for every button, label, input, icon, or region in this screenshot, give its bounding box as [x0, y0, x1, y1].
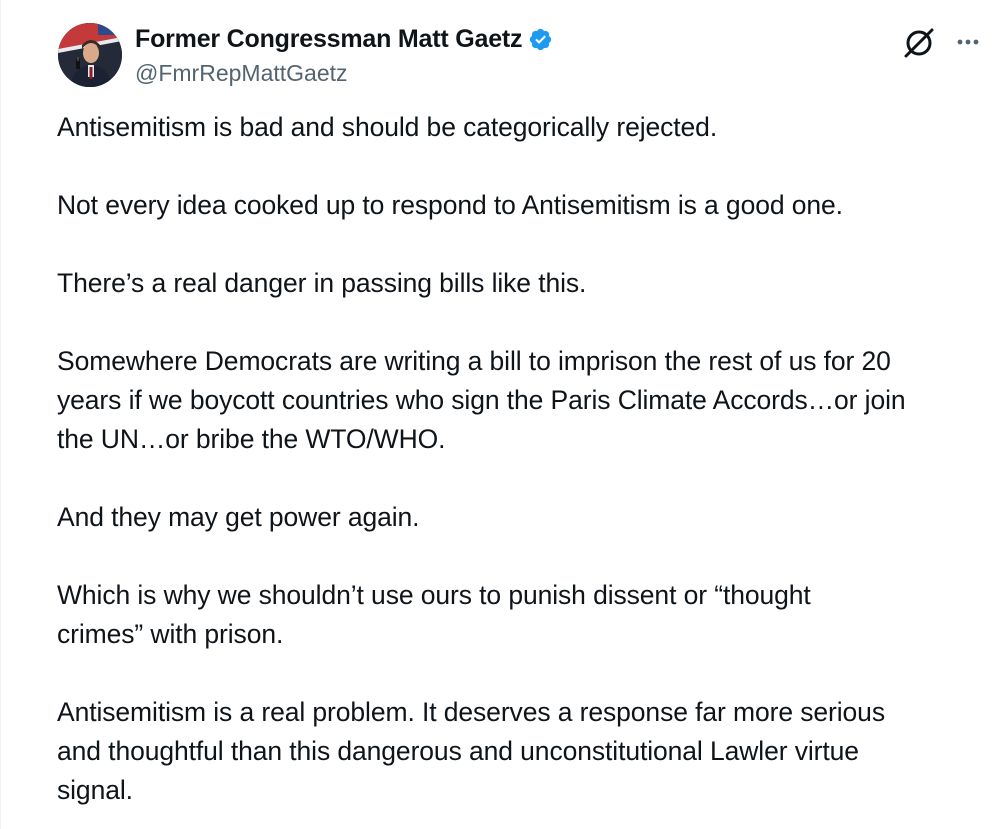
author-handle[interactable]: @FmrRepMattGaetz [135, 60, 348, 87]
grok-icon[interactable] [902, 26, 936, 60]
post-paragraph: Somewhere Democrats are writing a bill t… [57, 346, 906, 454]
author-avatar[interactable] [58, 23, 122, 87]
author-name-row: Former Congressman Matt Gaetz [135, 25, 553, 54]
avatar-photo [58, 23, 122, 87]
post-paragraph: And they may get power again. [57, 502, 420, 532]
post-paragraph: Not every idea cooked up to respond to A… [57, 190, 843, 220]
author-display-name[interactable]: Former Congressman Matt Gaetz [135, 25, 523, 54]
post-card: Former Congressman Matt Gaetz @FmrRepMat… [0, 0, 1000, 829]
post-paragraph: Antisemitism is bad and should be catego… [57, 112, 718, 142]
post-paragraph: Which is why we shouldn’t use ours to pu… [57, 580, 811, 649]
post-text: Antisemitism is bad and should be catego… [57, 108, 987, 829]
post-paragraph: Antisemitism is a real problem. It deser… [57, 697, 885, 805]
verified-badge-icon [528, 27, 553, 52]
post-paragraph: There’s a real danger in passing bills l… [57, 268, 587, 298]
more-horizontal-icon[interactable] [951, 30, 985, 54]
